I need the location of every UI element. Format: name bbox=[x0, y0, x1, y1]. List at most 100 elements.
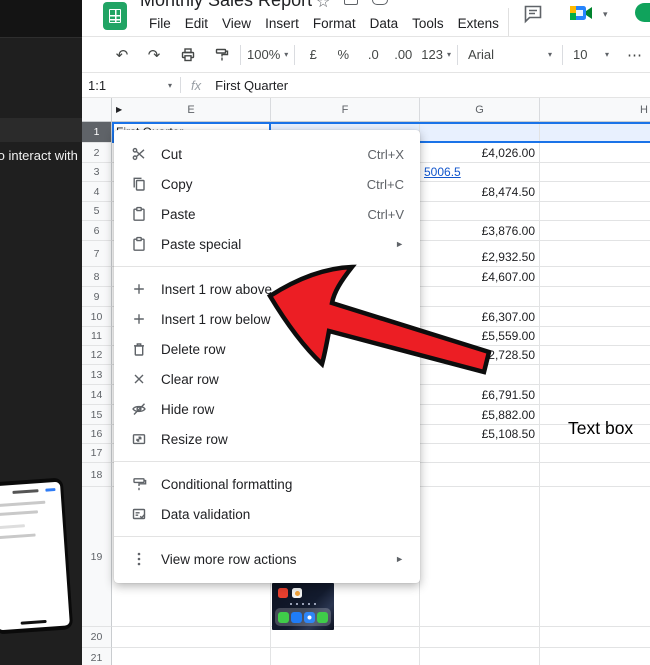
document-title[interactable]: Monthly Sales Report bbox=[140, 0, 312, 11]
cell-H8[interactable] bbox=[540, 267, 650, 287]
row-header-10[interactable]: 10 bbox=[82, 307, 112, 327]
menu-item-delete-row[interactable]: Delete row bbox=[114, 334, 420, 364]
menu-item-paste[interactable]: PasteCtrl+V bbox=[114, 199, 420, 229]
cell-G6[interactable]: £3,876.00 bbox=[420, 221, 540, 241]
format-percent-button[interactable]: % bbox=[331, 43, 355, 67]
cell-G20[interactable] bbox=[420, 627, 540, 648]
menu-item-insert-1-row-above[interactable]: Insert 1 row above bbox=[114, 274, 420, 304]
cell-H5[interactable] bbox=[540, 202, 650, 221]
menu-item-view-more-row-actions[interactable]: View more row actions► bbox=[114, 544, 420, 574]
grid-corner-cell[interactable] bbox=[82, 98, 112, 122]
cell-G21[interactable] bbox=[420, 648, 540, 665]
cell-E21[interactable] bbox=[112, 648, 271, 665]
cell-H20[interactable] bbox=[540, 627, 650, 648]
cell-G17[interactable] bbox=[420, 444, 540, 463]
row-header-14[interactable]: 14 bbox=[82, 385, 112, 405]
cell-G10[interactable]: £6,307.00 bbox=[420, 307, 540, 327]
menubar-item-tools[interactable]: Tools bbox=[412, 16, 444, 31]
cell-H6[interactable] bbox=[540, 221, 650, 241]
cell-G2[interactable]: £4,026.00 bbox=[420, 143, 540, 163]
font-size-select[interactable]: 10▾ bbox=[569, 43, 613, 67]
cell-H21[interactable] bbox=[540, 648, 650, 665]
row-header-19[interactable]: 19 bbox=[82, 487, 112, 627]
row-header-2[interactable]: 2 bbox=[82, 143, 112, 163]
comment-history-icon[interactable] bbox=[522, 3, 544, 30]
menu-item-cut[interactable]: CutCtrl+X bbox=[114, 139, 420, 169]
cell-G9[interactable] bbox=[420, 287, 540, 307]
menu-item-copy[interactable]: CopyCtrl+C bbox=[114, 169, 420, 199]
row-header-18[interactable]: 18 bbox=[82, 463, 112, 487]
number-format-button[interactable]: 123▾ bbox=[421, 43, 451, 67]
cell-G1[interactable] bbox=[420, 122, 540, 143]
cell-H3[interactable] bbox=[540, 163, 650, 182]
cell-H11[interactable] bbox=[540, 327, 650, 346]
cell-H17[interactable] bbox=[540, 444, 650, 463]
sheets-logo-icon[interactable] bbox=[103, 2, 127, 30]
row-header-6[interactable]: 6 bbox=[82, 221, 112, 241]
menubar-item-data[interactable]: Data bbox=[370, 16, 399, 31]
cell-H2[interactable] bbox=[540, 143, 650, 163]
cell-G14[interactable]: £6,791.50 bbox=[420, 385, 540, 405]
row-header-20[interactable]: 20 bbox=[82, 627, 112, 648]
floating-text-box[interactable]: Text box bbox=[568, 418, 633, 439]
row-header-11[interactable]: 11 bbox=[82, 327, 112, 346]
cell-H13[interactable] bbox=[540, 365, 650, 385]
cell-G11[interactable]: £5,559.00 bbox=[420, 327, 540, 346]
row-header-8[interactable]: 8 bbox=[82, 267, 112, 287]
format-currency-button[interactable]: £ bbox=[301, 43, 325, 67]
cell-H7[interactable] bbox=[540, 241, 650, 267]
redo-button[interactable]: ↷ bbox=[142, 43, 166, 67]
row-header-4[interactable]: 4 bbox=[82, 182, 112, 202]
toolbar-more-button[interactable]: ⋯ bbox=[623, 43, 647, 67]
cell-F21[interactable] bbox=[271, 648, 420, 665]
paint-format-button[interactable] bbox=[210, 43, 234, 67]
cell-link-G3[interactable]: 5006.5 bbox=[424, 165, 461, 179]
menu-item-insert-1-row-below[interactable]: Insert 1 row below bbox=[114, 304, 420, 334]
cell-F20[interactable] bbox=[271, 627, 420, 648]
cell-H9[interactable] bbox=[540, 287, 650, 307]
menubar-item-edit[interactable]: Edit bbox=[185, 16, 208, 31]
cell-H14[interactable] bbox=[540, 385, 650, 405]
row-header-9[interactable]: 9 bbox=[82, 287, 112, 307]
column-header-F[interactable]: F bbox=[271, 98, 420, 122]
cell-H10[interactable] bbox=[540, 307, 650, 327]
menu-item-clear-row[interactable]: Clear row bbox=[114, 364, 420, 394]
cell-G5[interactable] bbox=[420, 202, 540, 221]
row-header-1[interactable]: 1 bbox=[82, 122, 112, 143]
menu-item-paste-special[interactable]: Paste special► bbox=[114, 229, 420, 259]
cell-H4[interactable] bbox=[540, 182, 650, 202]
font-select[interactable]: Arial▾ bbox=[464, 43, 556, 67]
row-header-21[interactable]: 21 bbox=[82, 648, 112, 665]
formula-input[interactable]: First Quarter bbox=[215, 78, 288, 93]
move-folder-icon[interactable] bbox=[344, 0, 358, 5]
menubar-item-extens[interactable]: Extens bbox=[458, 16, 499, 31]
cell-E20[interactable] bbox=[112, 627, 271, 648]
row-header-3[interactable]: 3 bbox=[82, 163, 112, 182]
row-header-7[interactable]: 7 bbox=[82, 241, 112, 267]
column-header-H[interactable]: H bbox=[540, 98, 650, 122]
column-header-E[interactable]: E▶ bbox=[112, 98, 271, 122]
menu-item-hide-row[interactable]: Hide row bbox=[114, 394, 420, 424]
cell-G3[interactable]: 5006.5 bbox=[420, 163, 540, 182]
cell-G4[interactable]: £8,474.50 bbox=[420, 182, 540, 202]
undo-button[interactable]: ↶ bbox=[110, 43, 134, 67]
cell-H1[interactable] bbox=[540, 122, 650, 143]
hidden-columns-indicator-icon[interactable]: ▶ bbox=[116, 105, 122, 114]
menubar-item-insert[interactable]: Insert bbox=[265, 16, 299, 31]
print-button[interactable] bbox=[176, 43, 200, 67]
cell-G12[interactable]: £2,728.50 bbox=[420, 346, 540, 365]
cell-G13[interactable] bbox=[420, 365, 540, 385]
row-header-15[interactable]: 15 bbox=[82, 405, 112, 425]
cell-G7[interactable]: £2,932.50 bbox=[420, 241, 540, 267]
menu-item-conditional-formatting[interactable]: Conditional formatting bbox=[114, 469, 420, 499]
row-header-16[interactable]: 16 bbox=[82, 425, 112, 444]
row-header-5[interactable]: 5 bbox=[82, 202, 112, 221]
zoom-select[interactable]: 100%▾ bbox=[247, 43, 288, 67]
row-header-13[interactable]: 13 bbox=[82, 365, 112, 385]
column-header-G[interactable]: G bbox=[420, 98, 540, 122]
cell-G18[interactable] bbox=[420, 463, 540, 487]
increase-decimal-button[interactable]: .00 bbox=[391, 43, 415, 67]
name-box[interactable]: 1:1 bbox=[82, 78, 168, 93]
menubar-item-format[interactable]: Format bbox=[313, 16, 356, 31]
menubar-item-view[interactable]: View bbox=[222, 16, 251, 31]
